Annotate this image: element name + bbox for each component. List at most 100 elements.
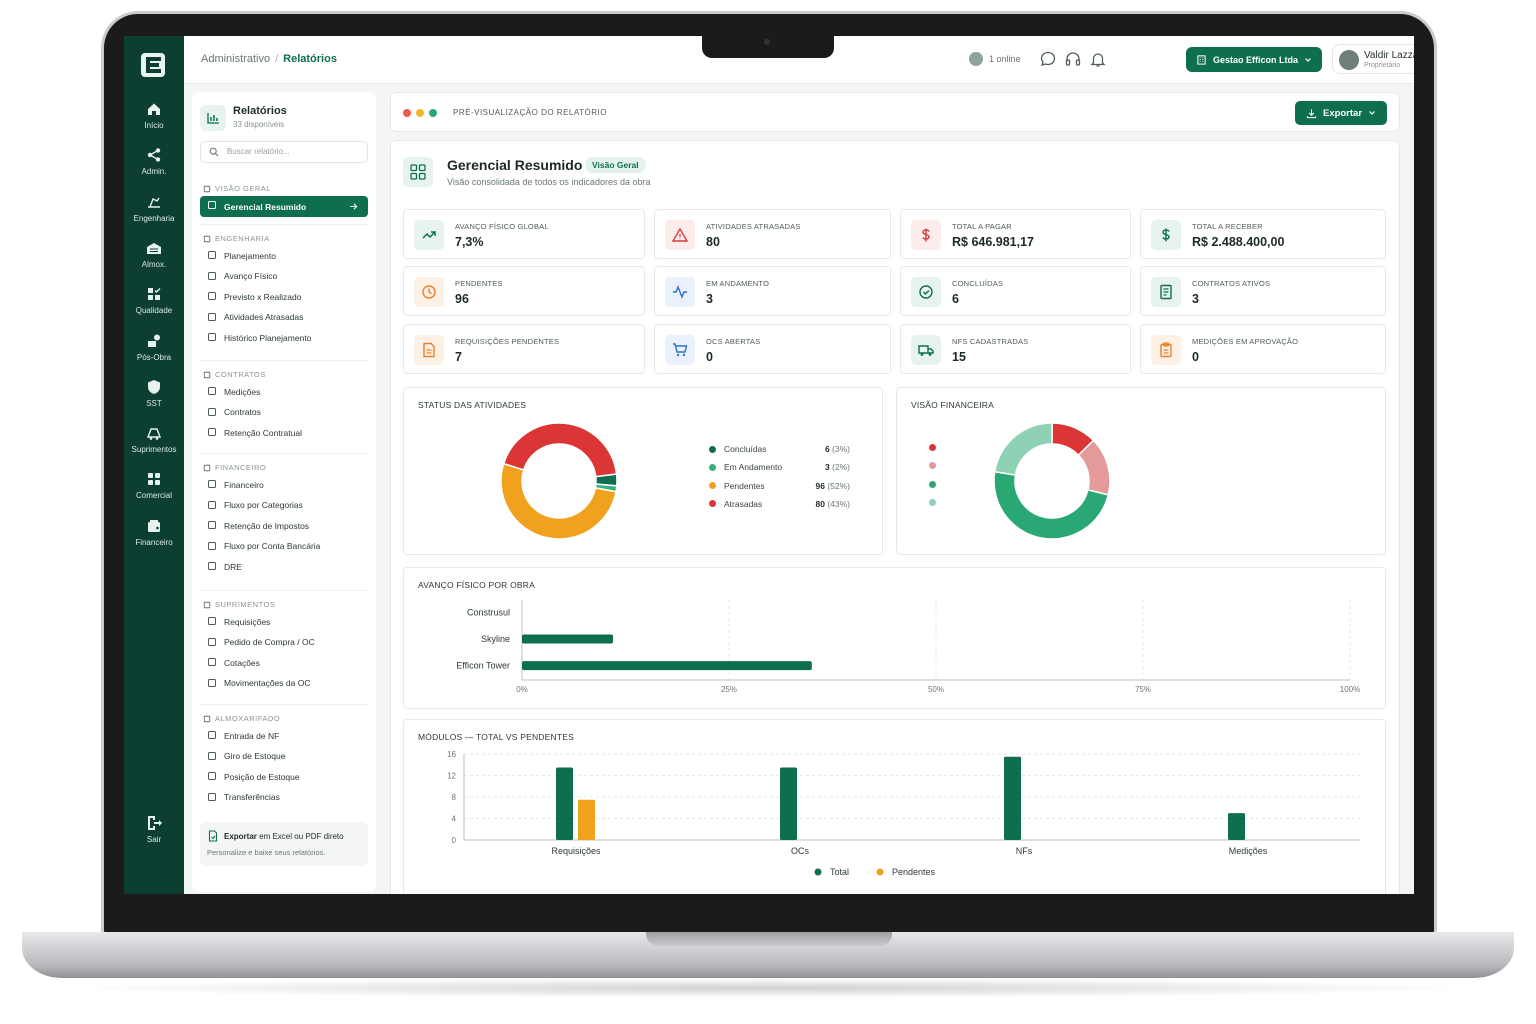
rail-item-suprimentos[interactable]: Suprimentos xyxy=(124,424,184,454)
bar-efficon-tower[interactable] xyxy=(522,661,812,671)
rail-item-qualidade[interactable]: Qualidade xyxy=(124,285,184,315)
sidebar-item-entrada-de-nf[interactable]: Entrada de NF xyxy=(200,726,368,745)
legend-value: 80 (43%) xyxy=(815,499,850,509)
legend-dot xyxy=(929,462,936,470)
sidebar-item-atividades-atrasadas[interactable]: Atividades Atrasadas xyxy=(200,308,368,327)
sidebar-item-planejamento[interactable]: Planejamento xyxy=(200,246,368,265)
sidebar-item-pedido-de-compra-oc[interactable]: Pedido de Compra / OC xyxy=(200,633,368,652)
sidebar-item-previsto-x-realizado[interactable]: Previsto x Realizado xyxy=(200,287,368,306)
legend-item xyxy=(929,462,944,470)
x-tick-label: 50% xyxy=(928,685,944,694)
user-menu[interactable]: Valdir Lazzari Proprietário xyxy=(1332,44,1414,74)
sidebar-item-retencao-de-impostos[interactable]: Retenção de Impostos xyxy=(200,516,368,535)
sidebar-item-historico-planejamento[interactable]: Histórico Planejamento xyxy=(200,328,368,347)
document-icon xyxy=(1151,277,1181,307)
logout-label: Sair xyxy=(146,835,162,844)
rail-item-admin[interactable]: Admin. xyxy=(124,146,184,176)
activity-icon xyxy=(665,277,695,307)
report-icon xyxy=(208,751,216,760)
rail-item-p-s-obra[interactable]: Pós-Obra xyxy=(124,332,184,362)
report-icon xyxy=(208,541,216,550)
sidebar-item-gerencial-resumido[interactable]: Gerencial Resumido xyxy=(200,196,368,217)
kpi-card: OCS ABERTAS 0 xyxy=(654,324,891,374)
sidebar-item-label: Previsto x Realizado xyxy=(224,291,302,302)
sidebar-item-posicao-de-estoque[interactable]: Posição de Estoque xyxy=(200,767,368,786)
kpi-label: EM ANDAMENTO xyxy=(706,279,770,288)
search-input[interactable]: Buscar relatório... xyxy=(200,141,368,163)
kpi-card: TOTAL A RECEBER R$ 2.488.400,00 xyxy=(1140,209,1386,259)
sidebar-item-giro-de-estoque[interactable]: Giro de Estoque xyxy=(200,747,368,766)
headset-icon[interactable] xyxy=(1064,50,1082,68)
export-button[interactable]: Exportar xyxy=(1295,101,1387,125)
kpi-label: REQUISIÇÕES PENDENTES xyxy=(455,337,560,346)
bar-total-nfs[interactable] xyxy=(1004,756,1021,840)
x-category-label: OCs xyxy=(791,846,810,856)
status-badge: Visão Geral xyxy=(585,157,646,173)
cart-icon xyxy=(665,335,695,365)
section-label: ALMOXARIFADO xyxy=(215,714,281,723)
sidebar-section-label: VISÃO GERAL xyxy=(203,184,271,193)
x-category-label: NFs xyxy=(1016,846,1033,856)
sidebar-item-cotacoes[interactable]: Cotações xyxy=(200,653,368,672)
donut-slice-atrasadas[interactable] xyxy=(502,422,618,478)
report-body: Gerencial Resumido Visão Geral Visão con… xyxy=(390,140,1400,894)
x-category-label: Requisições xyxy=(551,846,601,856)
truck-icon xyxy=(911,335,941,365)
sidebar-item-label: Gerencial Resumido xyxy=(224,201,307,212)
user-role: Proprietário xyxy=(1364,62,1401,69)
laptop-shadow xyxy=(60,978,1476,998)
kpi-value: 15 xyxy=(952,350,966,364)
rail-item-in-cio[interactable]: Início xyxy=(124,100,184,130)
app-screen: Início Admin. Engenharia Almox. Qualidade Pós… xyxy=(124,36,1414,894)
company-selector[interactable]: Gestao Efficon Ltda xyxy=(1186,47,1322,72)
sidebar-item-movimentacoes-da-oc[interactable]: Movimentações da OC xyxy=(200,674,368,693)
logout-button[interactable]: Sair xyxy=(124,814,184,844)
bell-icon[interactable] xyxy=(1089,50,1107,68)
section-icon xyxy=(203,185,211,192)
supplies-icon xyxy=(146,428,162,440)
sidebar-item-contratos[interactable]: Contratos xyxy=(200,403,368,422)
online-indicator: 1 online xyxy=(969,52,1021,66)
check-circle-icon xyxy=(911,277,941,307)
bar-skyline[interactable] xyxy=(522,634,614,644)
bar-total-medicoes[interactable] xyxy=(1228,813,1245,840)
sidebar-item-dre[interactable]: DRE xyxy=(200,557,368,576)
sidebar-item-label: Contratos xyxy=(224,407,261,418)
sidebar-item-avanco-fisico[interactable]: Avanço Físico xyxy=(200,267,368,286)
rail-item-financeiro[interactable]: Financeiro xyxy=(124,517,184,547)
y-tick-label: 12 xyxy=(447,772,456,781)
page-title: Gerencial Resumido xyxy=(447,157,583,173)
report-icon xyxy=(208,333,216,342)
kpi-card: MEDIÇÕES EM APROVAÇÃO 0 xyxy=(1140,324,1386,374)
sidebar-item-transferencias[interactable]: Transferências xyxy=(200,788,368,807)
company-label: Gestao Efficon Ltda xyxy=(1212,54,1298,65)
section-label: ENGENHARIA xyxy=(215,234,270,243)
kpi-label: CONCLUÍDAS xyxy=(952,279,1004,288)
sidebar-item-retencao-contratual[interactable]: Retenção Contratual xyxy=(200,423,368,442)
bar-pendentes-requisicoes[interactable] xyxy=(578,799,595,840)
post-work-icon xyxy=(148,334,160,347)
export-tip-title: Exportar em Excel ou PDF direto xyxy=(224,832,344,841)
rail-item-sst[interactable]: SST xyxy=(124,378,184,408)
legend-percent: (3%) xyxy=(832,444,850,454)
sidebar-item-medicoes[interactable]: Medições xyxy=(200,382,368,401)
warning-icon xyxy=(665,220,695,250)
bar-total-requisicoes[interactable] xyxy=(556,767,573,840)
legend-dot xyxy=(929,480,936,488)
main-rail: Início Admin. Engenharia Almox. Qualidade Pós… xyxy=(124,36,184,894)
rail-item-almox[interactable]: Almox. xyxy=(124,239,184,269)
breadcrumb-root[interactable]: Administrativo xyxy=(201,53,270,65)
chat-icon[interactable] xyxy=(1039,50,1057,68)
rail-item-engenharia[interactable]: Engenharia xyxy=(124,193,184,223)
bar-total-ocs[interactable] xyxy=(780,767,797,840)
rail-item-comercial[interactable]: Comercial xyxy=(124,470,184,500)
legend-percent: (2%) xyxy=(832,462,850,473)
sidebar-item-fluxo-por-categorias[interactable]: Fluxo por Categorias xyxy=(200,496,368,515)
donut-slice-recebido[interactable] xyxy=(993,422,1053,476)
dollar-icon xyxy=(911,220,941,250)
sidebar-item-financeiro[interactable]: Financeiro xyxy=(200,475,368,494)
sidebar-item-requisicoes[interactable]: Requisições xyxy=(200,612,368,631)
report-icon xyxy=(208,731,216,739)
sidebar-item-label: Requisições xyxy=(224,616,271,627)
sidebar-item-fluxo-por-conta-bancaria[interactable]: Fluxo por Conta Bancária xyxy=(200,537,368,556)
